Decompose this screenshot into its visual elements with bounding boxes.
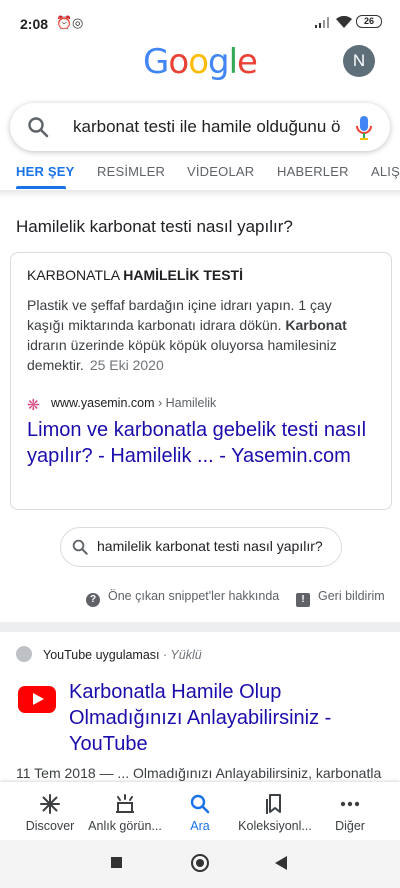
divider: [0, 190, 400, 198]
back-button[interactable]: [275, 856, 287, 870]
system-navigation-bar: [0, 840, 400, 888]
account-avatar[interactable]: N: [343, 45, 375, 77]
status-bar: 2:08 ⏰ ◎ 26: [0, 0, 400, 44]
related-search-label: hamilelik karbonat testi nasıl yapılır?: [97, 538, 323, 554]
home-button[interactable]: [191, 854, 209, 872]
search-icon: [190, 794, 210, 814]
microphone-icon[interactable]: [354, 115, 374, 141]
nav-collections[interactable]: Koleksiyonl...: [235, 782, 315, 840]
tab-videos[interactable]: VİDEOLAR: [187, 164, 254, 179]
nav-search[interactable]: Ara: [160, 782, 240, 840]
recent-apps-button[interactable]: [111, 857, 122, 868]
search-icon[interactable]: [26, 115, 50, 139]
wifi-icon: [336, 16, 352, 28]
logo-letter: e: [237, 42, 258, 82]
snippet-source: ❋ www.yasemin.com › Hamilelik: [27, 396, 217, 414]
help-icon: ?: [86, 593, 100, 607]
instagram-icon: ◎: [72, 15, 84, 30]
feedback-icon: !: [296, 593, 310, 607]
feedback-link[interactable]: ! Geri bildirim: [296, 589, 385, 607]
search-tabs: HER ŞEY RESİMLER VİDEOLAR HABERLER ALIŞ: [0, 158, 400, 191]
bottom-navigation: Discover Anlık görün... Ara Koleksiyonl.…: [0, 782, 400, 840]
status-time: 2:08: [20, 16, 49, 32]
nav-discover[interactable]: Discover: [10, 782, 90, 840]
featured-snippet-card: KARBONATLA HAMİLELİK TESTİ Plastik ve şe…: [10, 252, 392, 510]
youtube-logo-icon: [18, 686, 56, 713]
snippet-date: 25 Eki 2020: [89, 357, 164, 373]
logo-letter: o: [188, 42, 209, 82]
youtube-result-link[interactable]: Karbonatla Hamile Olup Olmadığınızı Anla…: [69, 679, 369, 757]
nav-snapshot[interactable]: Anlık görün...: [85, 782, 165, 840]
result-source: YouTube uygulaması · Yüklü: [16, 646, 202, 662]
logo-letter: G: [143, 42, 169, 82]
active-tab-indicator: [16, 186, 66, 189]
alarm-icon: ⏰: [56, 15, 73, 30]
logo-letter: o: [168, 42, 189, 82]
section-separator: [0, 622, 400, 632]
snippet-result-link[interactable]: Limon ve karbonatla gebelik testi nasıl …: [27, 417, 367, 469]
asterisk-icon: [40, 794, 60, 814]
site-favicon-icon: ❋: [27, 397, 40, 414]
tab-images[interactable]: RESİMLER: [97, 164, 165, 179]
snippet-question: Hamilelik karbonat testi nasıl yapılır?: [16, 217, 293, 236]
more-icon: [340, 801, 360, 807]
tab-all[interactable]: HER ŞEY: [16, 164, 74, 179]
battery-indicator: 26: [356, 15, 382, 28]
search-icon: [72, 539, 88, 555]
about-snippets-link[interactable]: ? Öne çıkan snippet'ler hakkında: [86, 589, 279, 607]
logo-letter: g: [208, 42, 230, 82]
nav-more[interactable]: Diğer: [310, 782, 390, 840]
globe-icon: [16, 646, 32, 662]
related-search-chip[interactable]: hamilelik karbonat testi nasıl yapılır?: [60, 527, 342, 567]
snippet-text: Plastik ve şeffaf bardağın içine idrarı …: [27, 297, 347, 373]
search-box[interactable]: karbonat testi ile hamile olduğunu ö: [10, 103, 390, 151]
result-snippet: 11 Tem 2018 — ... Olmadığınızı Anlayabil…: [16, 765, 382, 781]
logo-letter: l: [228, 42, 239, 82]
bookmarks-icon: [266, 794, 281, 814]
snippet-heading: KARBONATLA HAMİLELİK TESTİ: [27, 267, 243, 283]
signal-icon: [315, 17, 329, 28]
search-input[interactable]: karbonat testi ile hamile olduğunu ö: [73, 117, 345, 137]
google-logo: Google: [0, 42, 400, 82]
snapshot-icon: [116, 794, 134, 813]
tab-news[interactable]: HABERLER: [277, 164, 349, 179]
tab-shopping[interactable]: ALIŞ: [371, 164, 400, 179]
